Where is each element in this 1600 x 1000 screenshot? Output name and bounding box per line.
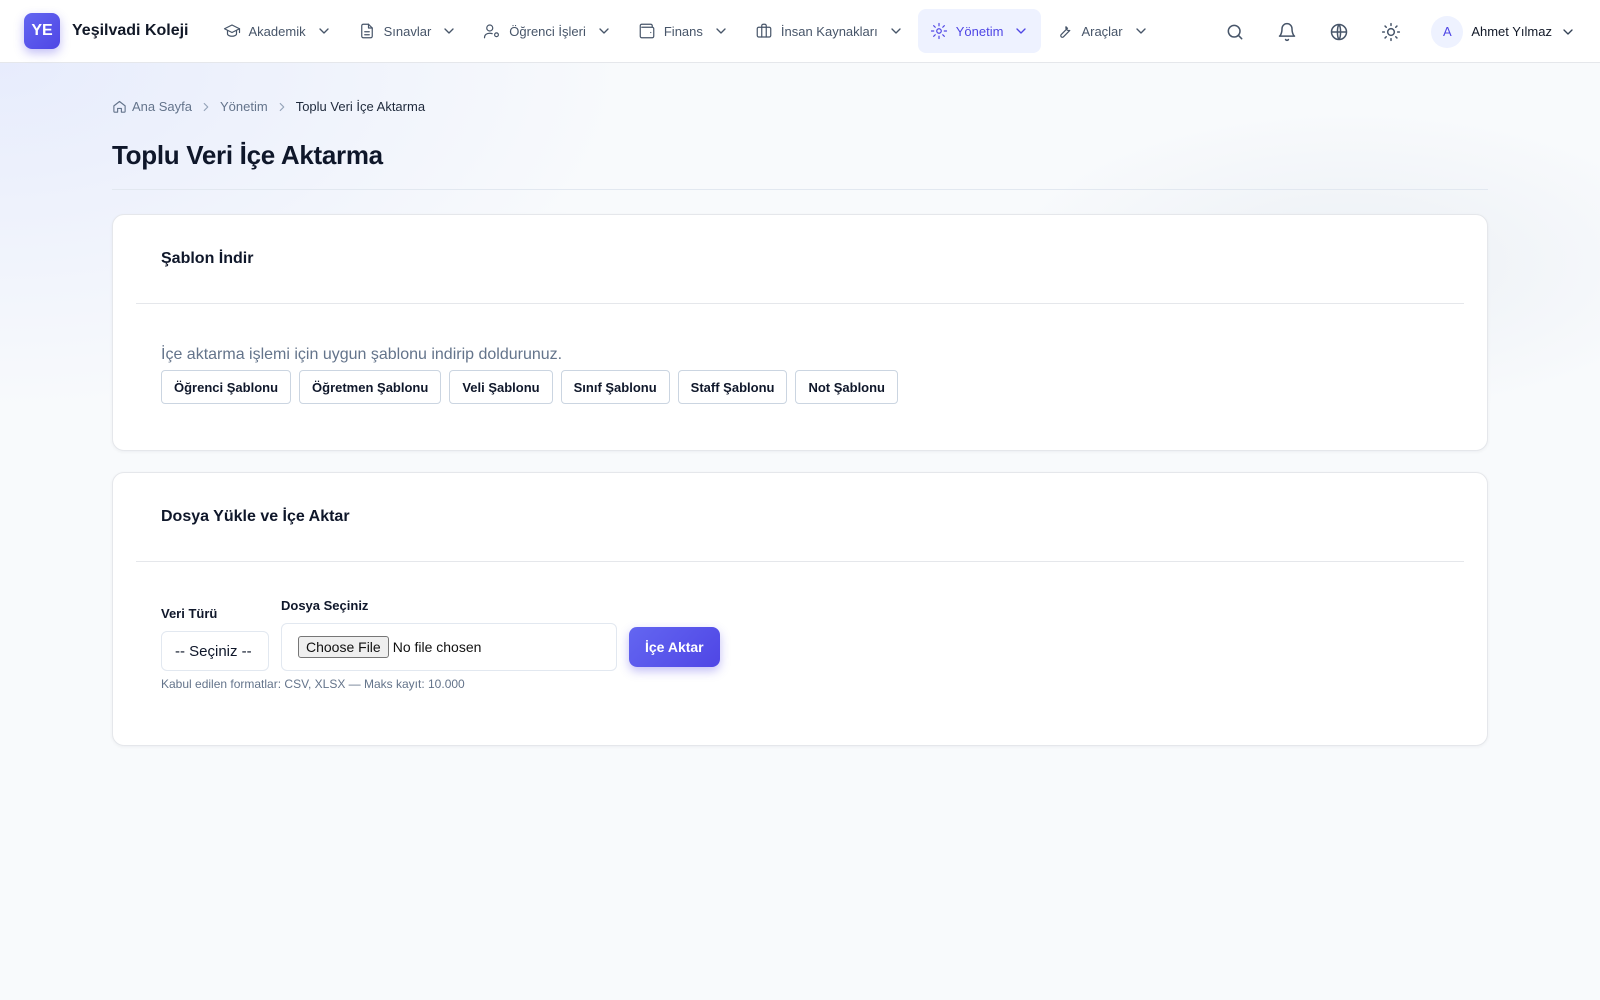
class-template-button[interactable]: Sınıf Şablonu	[560, 370, 670, 404]
chevron-down-icon	[441, 23, 457, 39]
breadcrumb-current: Toplu Veri İçe Aktarma	[295, 99, 426, 114]
language-button[interactable]	[1321, 14, 1357, 50]
nav-item-sinavlar[interactable]: Sınavlar	[346, 9, 470, 53]
divider	[112, 189, 1488, 190]
data-type-field: Veri Türü -- Seçiniz --	[161, 606, 269, 671]
graduation-cap-icon	[223, 22, 241, 40]
card-header: Dosya Yükle ve İçe Aktar	[113, 473, 1487, 561]
chevron-down-icon	[713, 23, 729, 39]
nav-item-insan-kaynaklari[interactable]: İnsan Kaynakları	[743, 9, 916, 53]
grade-template-button[interactable]: Not Şablonu	[795, 370, 898, 404]
chevron-down-icon	[1013, 23, 1029, 39]
chevron-down-icon	[1133, 23, 1149, 39]
main-content: Ana Sayfa Yönetim Toplu Veri İçe Aktarma…	[112, 63, 1488, 746]
theme-toggle-button[interactable]	[1373, 14, 1409, 50]
chevron-down-icon	[596, 23, 612, 39]
nav-item-label: İnsan Kaynakları	[780, 23, 878, 39]
user-cog-icon	[483, 22, 501, 40]
staff-template-button[interactable]: Staff Şablonu	[677, 370, 788, 404]
breadcrumb-parent[interactable]: Yönetim	[220, 99, 268, 114]
template-hint: İçe aktarma işlemi için uygun şablonu in…	[161, 346, 563, 363]
nav-item-label: Finans	[663, 23, 703, 39]
top-navbar: YE Yeşilvadi Koleji Akademik Sınavlar Öğ…	[0, 0, 1600, 63]
wallet-icon	[638, 22, 656, 40]
nav-item-label: Akademik	[248, 23, 306, 39]
search-button[interactable]	[1217, 14, 1253, 50]
card-title: Şablon İndir	[161, 250, 254, 267]
page-title: Toplu Veri İçe Aktarma	[112, 140, 383, 170]
card-body: Veri Türü -- Seçiniz -- Dosya Seçiniz Ch…	[113, 562, 1487, 747]
choose-file-button[interactable]: Choose File	[298, 636, 389, 658]
brand[interactable]: YE Yeşilvadi Koleji	[24, 13, 189, 49]
chevron-right-icon	[275, 100, 289, 114]
bell-icon	[1277, 22, 1297, 42]
card-body: İçe aktarma işlemi için uygun şablonu in…	[113, 304, 1487, 404]
data-type-select[interactable]: -- Seçiniz --	[161, 631, 269, 671]
file-status: No file chosen	[392, 639, 482, 655]
data-type-value: -- Seçiniz --	[175, 642, 252, 660]
breadcrumb: Ana Sayfa Yönetim Toplu Veri İçe Aktarma	[112, 99, 1488, 114]
sun-icon	[1381, 22, 1401, 42]
import-form: Veri Türü -- Seçiniz -- Dosya Seçiniz Ch…	[161, 598, 1439, 671]
brand-logo: YE	[24, 13, 60, 49]
avatar: A	[1431, 15, 1464, 48]
card-title: Dosya Yükle ve İçe Aktar	[161, 508, 350, 525]
nav-item-araclar[interactable]: Araçlar	[1043, 9, 1160, 53]
main-nav: Akademik Sınavlar Öğrenci İşleri Finans	[211, 0, 1163, 63]
file-label: Dosya Seçiniz	[281, 598, 369, 613]
template-download-card: Şablon İndir İçe aktarma işlemi için uyg…	[112, 214, 1488, 451]
file-field: Dosya Seçiniz Choose File No file chosen	[281, 598, 617, 671]
chevron-down-icon	[888, 23, 904, 39]
chevron-right-icon	[199, 100, 213, 114]
nav-item-ogrenci-isleri[interactable]: Öğrenci İşleri	[471, 9, 624, 53]
file-input[interactable]: Choose File No file chosen	[281, 623, 617, 671]
nav-item-label: Öğrenci İşleri	[509, 23, 586, 39]
parent-template-button[interactable]: Veli Şablonu	[449, 370, 553, 404]
document-icon	[358, 22, 376, 40]
template-buttons: Öğrenci Şablonu Öğretmen Şablonu Veli Şa…	[161, 370, 1439, 404]
card-header: Şablon İndir	[113, 215, 1487, 303]
nav-item-label: Sınavlar	[383, 23, 432, 39]
nav-item-akademik[interactable]: Akademik	[211, 9, 344, 53]
notifications-button[interactable]	[1269, 14, 1305, 50]
nav-item-finans[interactable]: Finans	[626, 9, 741, 53]
user-menu[interactable]: A Ahmet Yılmaz	[1431, 15, 1576, 48]
nav-item-yonetim[interactable]: Yönetim	[917, 9, 1042, 53]
globe-icon	[1329, 22, 1349, 42]
import-button[interactable]: İçe Aktar	[629, 627, 720, 667]
nav-item-label: Yönetim	[955, 23, 1004, 39]
student-template-button[interactable]: Öğrenci Şablonu	[161, 370, 292, 404]
briefcase-icon	[755, 22, 773, 40]
upload-import-card: Dosya Yükle ve İçe Aktar Veri Türü -- Se…	[112, 472, 1488, 746]
user-name: Ahmet Yılmaz	[1471, 24, 1552, 39]
gear-icon	[930, 22, 948, 40]
teacher-template-button[interactable]: Öğretmen Şablonu	[299, 370, 442, 404]
search-icon	[1225, 22, 1245, 42]
wrench-icon	[1055, 22, 1073, 40]
header-actions: A Ahmet Yılmaz	[1201, 0, 1576, 63]
breadcrumb-home[interactable]: Ana Sayfa	[132, 99, 192, 114]
nav-item-label: Araçlar	[1081, 23, 1123, 39]
chevron-down-icon	[316, 23, 332, 39]
brand-name: Yeşilvadi Koleji	[72, 22, 189, 39]
format-help-text: Kabul edilen formatlar: CSV, XLSX — Maks…	[161, 677, 465, 691]
home-icon	[112, 99, 127, 114]
data-type-label: Veri Türü	[161, 606, 218, 621]
chevron-down-icon	[1560, 24, 1576, 40]
